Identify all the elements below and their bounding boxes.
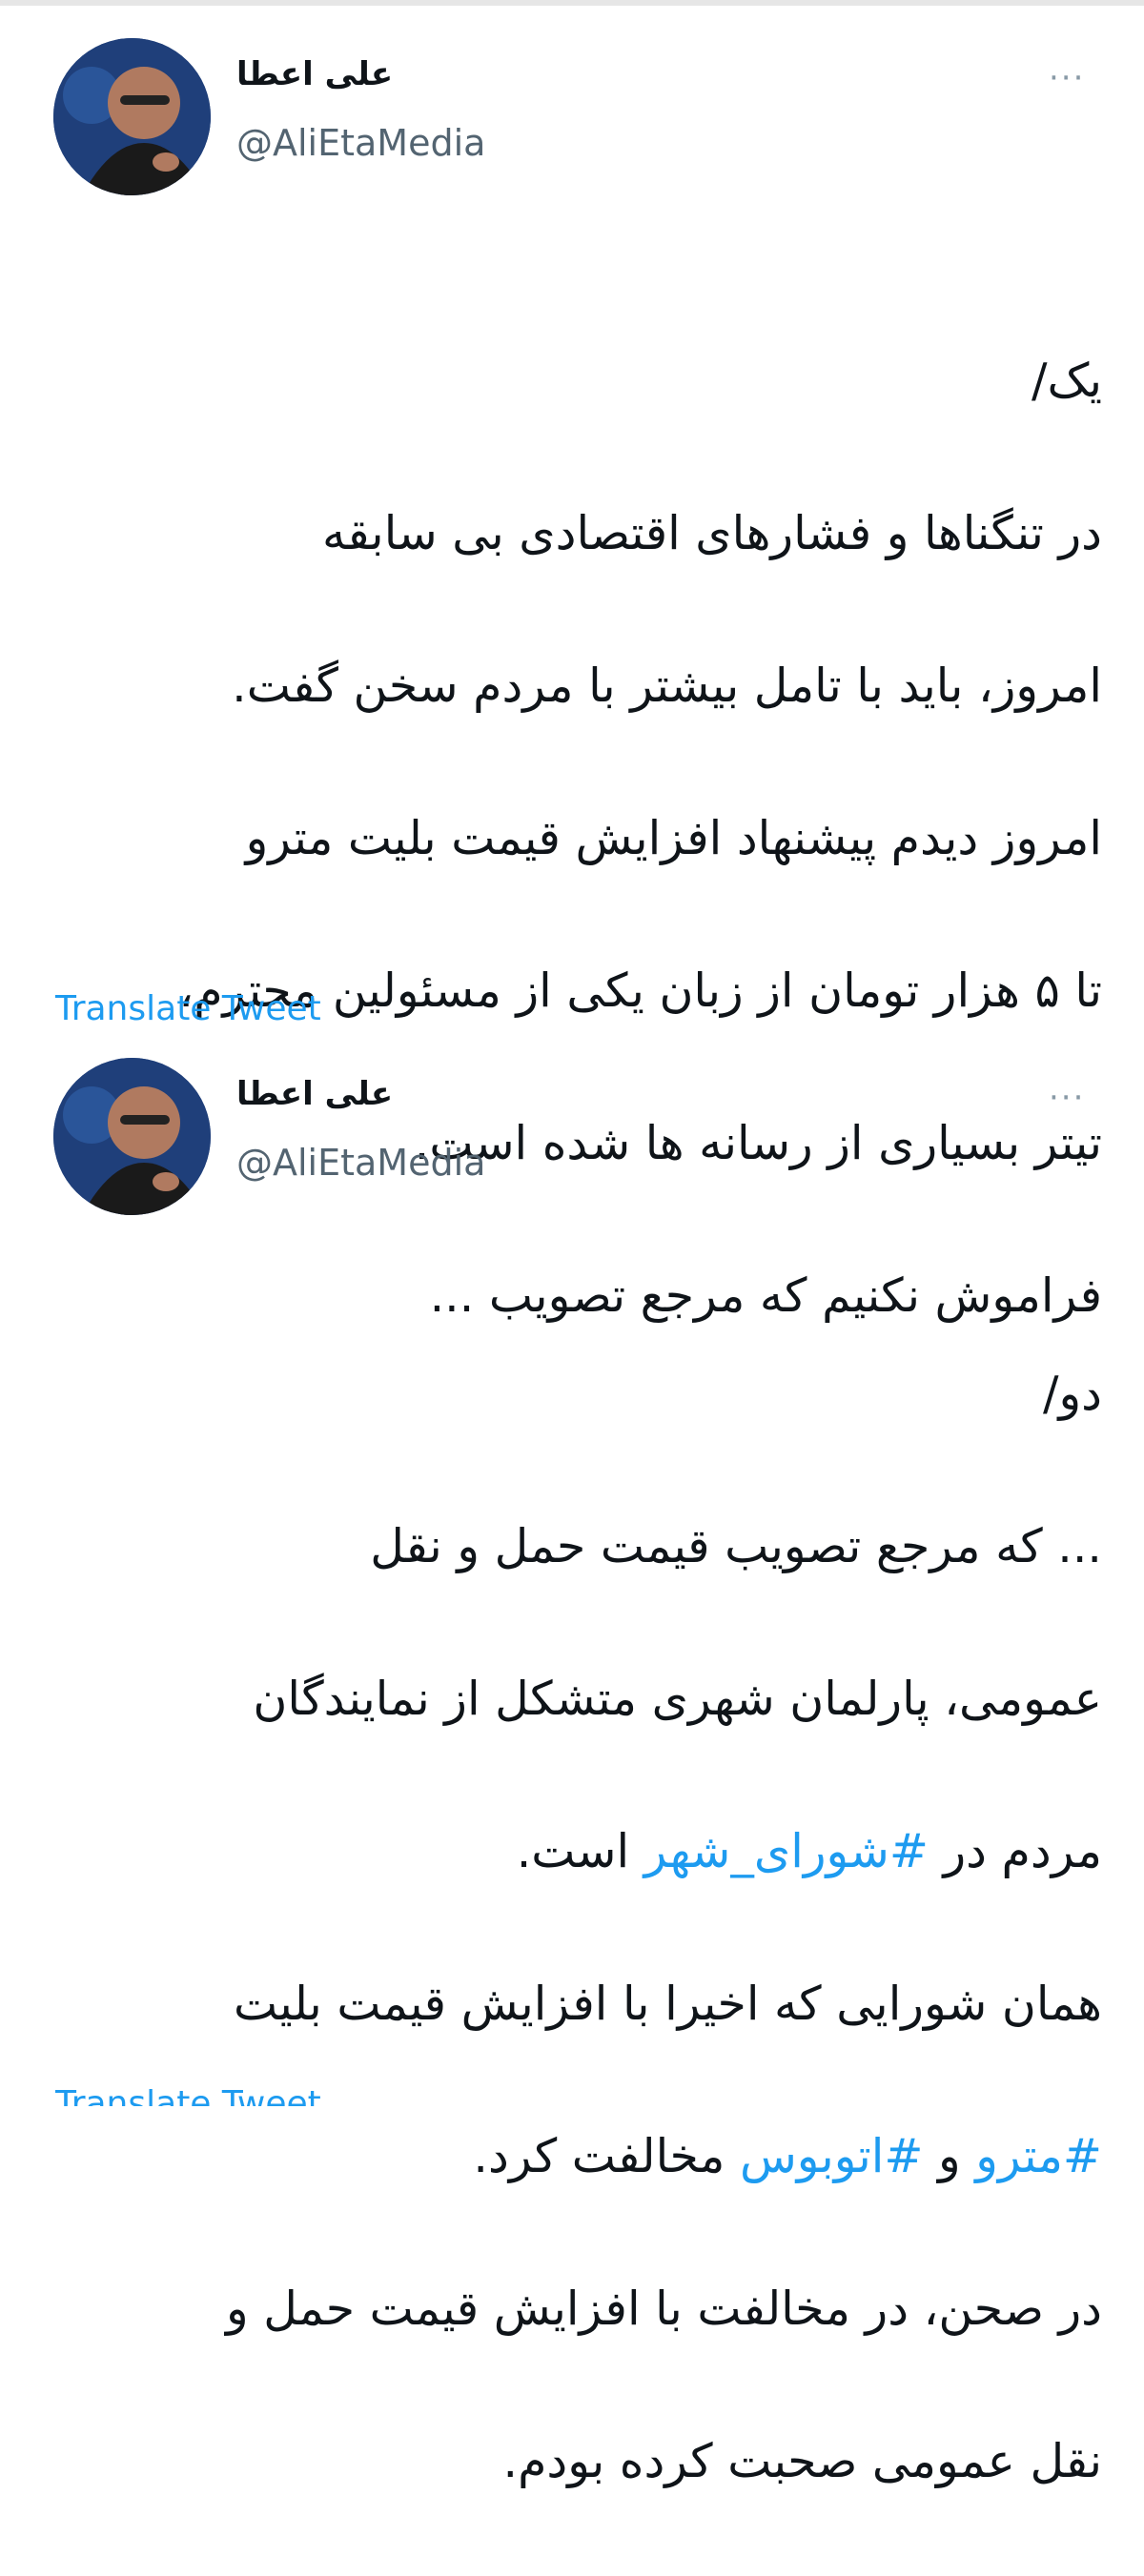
- tweet-text: دو/ ... که مرجع تصویب قیمت حمل و نقل عمو…: [53, 1280, 1102, 2576]
- tweet-line: #مترو و #اتوبوس مخالفت کرد.: [53, 2119, 1102, 2195]
- tweet-line: امروز، باید با تامل بیشتر با مردم سخن گف…: [232, 659, 1102, 713]
- tweet-line: ... که مرجع تصویب قیمت حمل و نقل: [370, 1519, 1102, 1573]
- avatar[interactable]: [53, 38, 211, 195]
- line-text: است.: [516, 1824, 644, 1878]
- tweet[interactable]: علی اعطا @AliEtaMedia ··· دو/ ... که مرج…: [0, 1058, 1144, 2488]
- tweet-line: عمومی، پارلمان شهری متشکل از نمایندگان: [253, 1672, 1102, 1726]
- more-options-icon[interactable]: ···: [1049, 59, 1085, 97]
- author-name[interactable]: علی اعطا: [236, 1075, 427, 1113]
- tweet-line: در تنگناها و فشارهای اقتصادی بی سابقه: [322, 506, 1102, 560]
- tweet-line: امروز دیدم پیشنهاد افزایش قیمت بلیت مترو: [245, 811, 1102, 865]
- more-options-icon[interactable]: ···: [1049, 1079, 1085, 1117]
- tweet-line: یک/: [1031, 354, 1102, 408]
- author-handle[interactable]: @AliEtaMedia: [236, 122, 485, 164]
- hashtag-link[interactable]: #مترو: [975, 2129, 1102, 2183]
- avatar-image: [53, 1058, 211, 1215]
- tweet-line: نقل عمومی صحبت کرده بودم.: [502, 2434, 1102, 2488]
- tweet-line: همان شورایی که اخیرا با افزایش قیمت بلیت: [234, 1977, 1102, 2031]
- avatar[interactable]: [53, 1058, 211, 1215]
- translate-tweet-link[interactable]: Translate Tweet: [55, 2087, 321, 2106]
- tweet-line: در صحن، در مخالفت با افزایش قیمت حمل و: [226, 2282, 1102, 2336]
- tweet[interactable]: علی اعطا @AliEtaMedia ··· یک/ در تنگناها…: [0, 0, 1144, 1323]
- hashtag-link[interactable]: #اتوبوس: [740, 2129, 923, 2183]
- tweet-line: دو/: [1043, 1367, 1102, 1421]
- tweet-line: مردم در #شورای_شهر است.: [53, 1814, 1102, 1890]
- translate-tweet-link[interactable]: Translate Tweet: [55, 989, 321, 1028]
- avatar-image: [53, 38, 211, 195]
- author-handle[interactable]: @AliEtaMedia: [236, 1142, 485, 1184]
- author-name[interactable]: علی اعطا: [236, 55, 427, 93]
- line-text: مردم در: [928, 1824, 1102, 1878]
- line-text: مخالفت کرد.: [473, 2129, 740, 2183]
- line-text: و: [923, 2129, 976, 2183]
- hashtag-link[interactable]: #شورای_شهر: [644, 1824, 929, 1878]
